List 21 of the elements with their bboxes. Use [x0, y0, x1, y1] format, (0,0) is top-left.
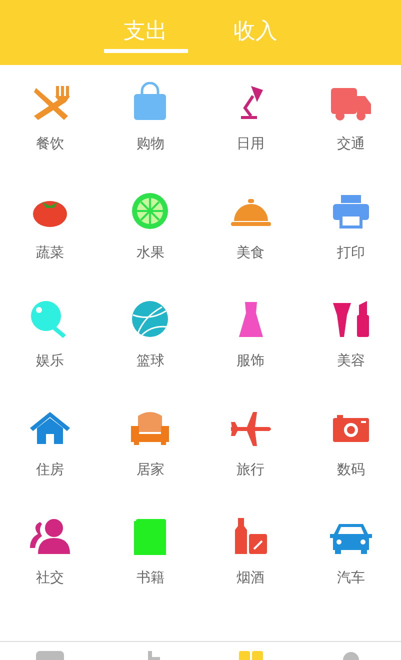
category-label[interactable]: 书籍 [136, 569, 164, 587]
category-label[interactable]: 水果 [136, 244, 164, 262]
people-icon[interactable] [28, 516, 72, 556]
category-label[interactable]: 汽车 [336, 569, 365, 587]
category-label[interactable]: 娱乐 [36, 352, 64, 370]
category-label[interactable]: 旅行 [236, 460, 265, 478]
category-label[interactable]: 社交 [36, 569, 64, 587]
category-label[interactable]: 服饰 [236, 352, 265, 370]
category-label[interactable]: 打印 [336, 244, 365, 262]
category-label[interactable]: 篮球 [136, 352, 164, 370]
category-label[interactable]: 购物 [136, 135, 164, 153]
category-label[interactable]: 日用 [236, 135, 265, 153]
category-label[interactable]: 蔬菜 [36, 244, 64, 262]
category-label[interactable]: 数码 [336, 460, 365, 478]
category-label[interactable]: 美食 [236, 244, 265, 262]
category-label[interactable]: 美容 [336, 352, 365, 370]
category-label[interactable]: 餐饮 [36, 135, 64, 153]
category-label[interactable]: 居家 [136, 460, 164, 478]
category-label[interactable]: 交通 [336, 135, 365, 153]
category-label[interactable]: 烟酒 [236, 569, 265, 587]
category-label[interactable]: 住房 [36, 460, 64, 478]
